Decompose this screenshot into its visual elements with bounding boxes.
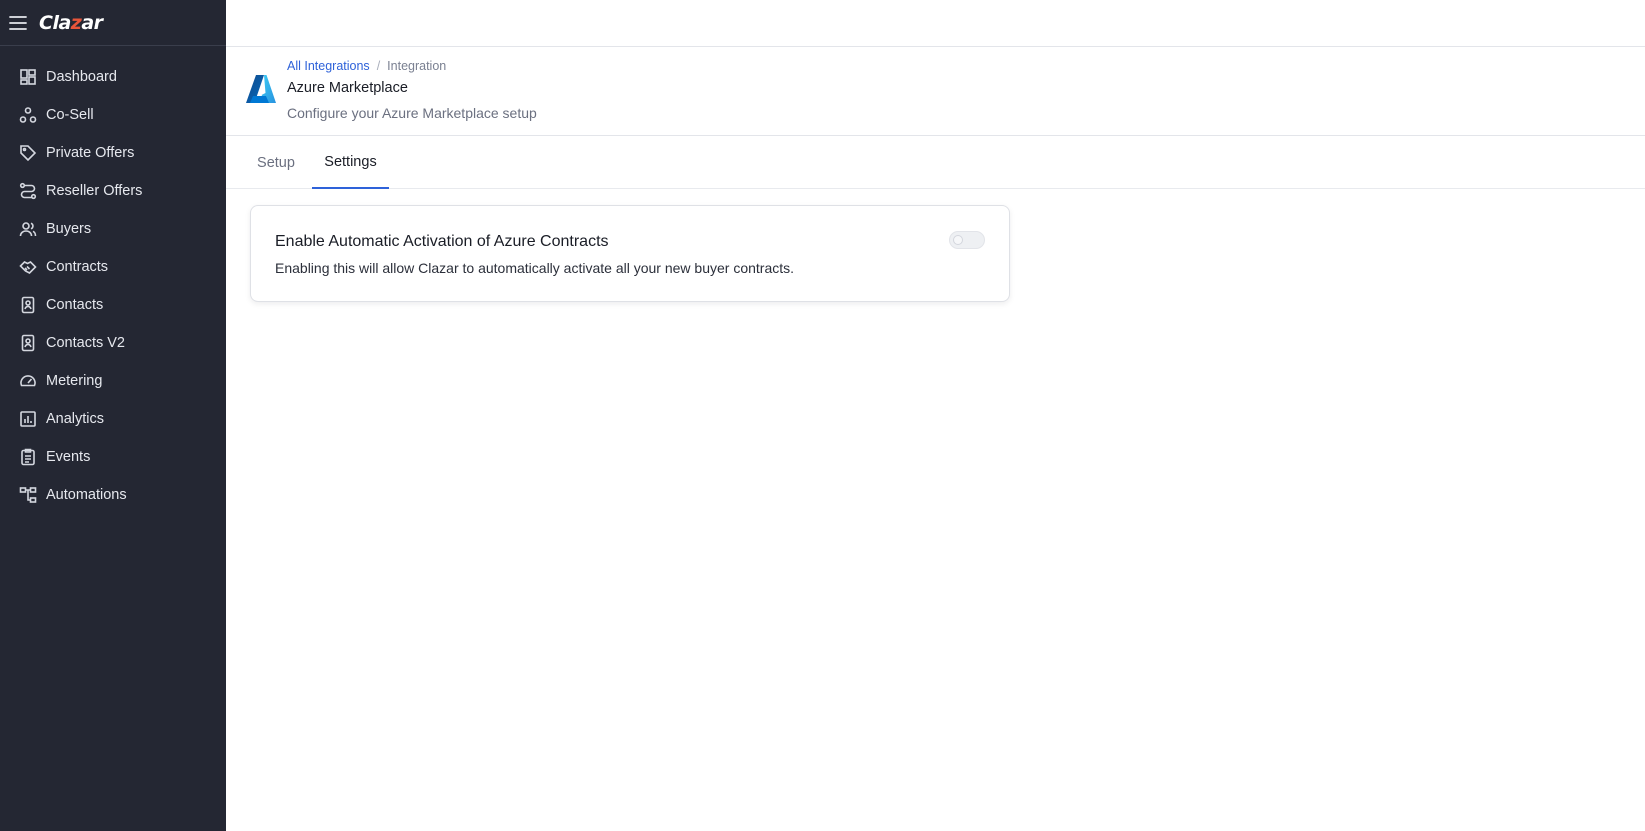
- bar-chart-icon: [18, 409, 38, 429]
- sidebar-item-label: Buyers: [46, 221, 92, 237]
- page-subtitle: Configure your Azure Marketplace setup: [287, 105, 537, 121]
- sidebar-item-label: Private Offers: [46, 145, 135, 161]
- breadcrumb: All Integrations / Integration: [287, 59, 446, 73]
- route-icon: [18, 181, 38, 201]
- azure-logo-icon: [245, 74, 277, 109]
- sidebar-nav: Dashboard Co-Sell Private Offers Reselle…: [0, 46, 226, 514]
- sidebar-item-label: Events: [46, 449, 91, 465]
- sidebar-item-private-offers[interactable]: Private Offers: [0, 134, 226, 172]
- clipboard-icon: [18, 447, 38, 467]
- tab-bar: Setup Settings: [226, 136, 1645, 189]
- sidebar-item-contracts[interactable]: Contracts: [0, 248, 226, 286]
- tab-settings[interactable]: Settings: [312, 136, 389, 189]
- users-icon: [18, 219, 38, 239]
- breadcrumb-link-all-integrations[interactable]: All Integrations: [287, 59, 370, 73]
- sidebar-item-label: Contracts: [46, 259, 109, 275]
- cosell-icon: [18, 105, 38, 125]
- sidebar-item-dashboard[interactable]: Dashboard: [0, 58, 226, 96]
- dashboard-icon: [18, 67, 38, 87]
- contact-card-icon: [18, 333, 38, 353]
- menu-icon[interactable]: [6, 11, 30, 35]
- page-title: Azure Marketplace: [287, 80, 408, 96]
- top-bar: [226, 0, 1645, 47]
- sidebar-item-label: Analytics: [46, 411, 105, 427]
- auto-activation-card: Enable Automatic Activation of Azure Con…: [250, 205, 1010, 302]
- tag-icon: [18, 143, 38, 163]
- sidebar-item-reseller-offers[interactable]: Reseller Offers: [0, 172, 226, 210]
- handshake-icon: [18, 257, 38, 277]
- sidebar-item-analytics[interactable]: Analytics: [0, 400, 226, 438]
- card-description: Enabling this will allow Clazar to autom…: [275, 260, 795, 276]
- breadcrumb-separator: /: [376, 59, 381, 73]
- clazar-logo[interactable]: Clazar: [39, 12, 103, 34]
- toggle-knob: [953, 235, 963, 245]
- page-header: All Integrations / Integration Azure Mar…: [226, 47, 1645, 136]
- sidebar-item-metering[interactable]: Metering: [0, 362, 226, 400]
- sidebar-item-events[interactable]: Events: [0, 438, 226, 476]
- sidebar-item-label: Reseller Offers: [46, 183, 143, 199]
- sidebar-item-label: Automations: [46, 487, 127, 503]
- sidebar-item-label: Dashboard: [46, 69, 117, 85]
- sidebar-item-label: Contacts V2: [46, 335, 125, 351]
- sidebar-item-contacts[interactable]: Contacts: [0, 286, 226, 324]
- sidebar-item-label: Co-Sell: [46, 107, 94, 123]
- sidebar-item-automations[interactable]: Automations: [0, 476, 226, 514]
- sidebar-item-contacts-v2[interactable]: Contacts V2: [0, 324, 226, 362]
- card-title: Enable Automatic Activation of Azure Con…: [275, 233, 609, 250]
- breadcrumb-current: Integration: [387, 59, 447, 73]
- contact-card-icon: [18, 295, 38, 315]
- sidebar-item-co-sell[interactable]: Co-Sell: [0, 96, 226, 134]
- workflow-icon: [18, 485, 38, 505]
- gauge-icon: [18, 371, 38, 391]
- sidebar-item-label: Contacts: [46, 297, 104, 313]
- sidebar-header: Clazar: [0, 0, 226, 46]
- sidebar-item-label: Metering: [46, 373, 103, 389]
- sidebar: Clazar Dashboard Co-Sell Private Offers …: [0, 0, 226, 831]
- sidebar-item-buyers[interactable]: Buyers: [0, 210, 226, 248]
- tab-setup[interactable]: Setup: [250, 136, 302, 189]
- auto-activation-toggle[interactable]: [949, 231, 985, 249]
